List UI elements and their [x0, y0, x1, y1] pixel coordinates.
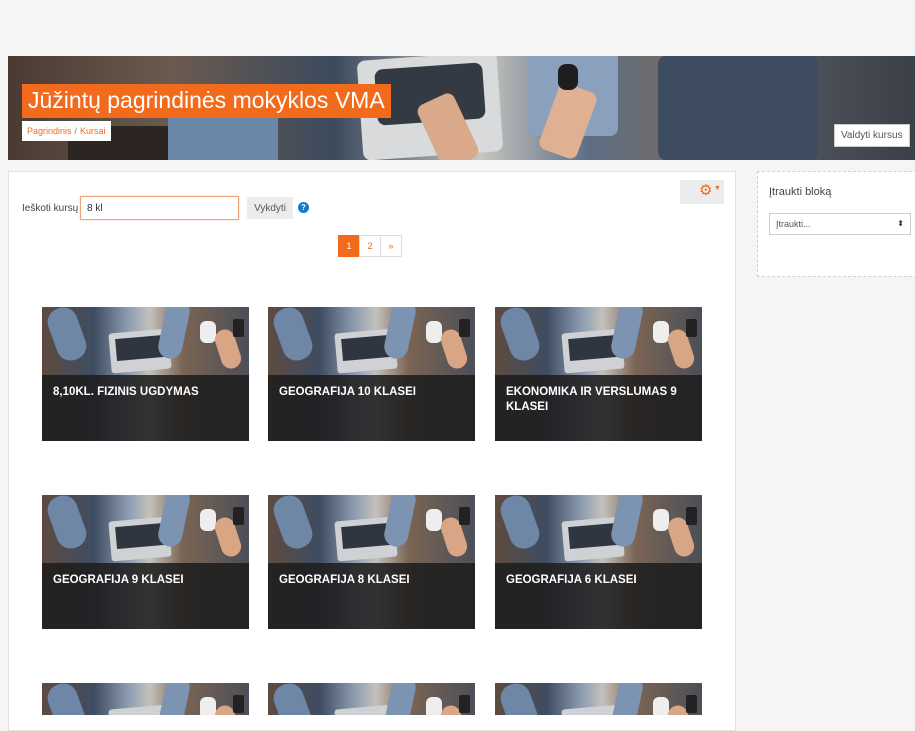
- gear-icon: ⚙: [699, 182, 713, 199]
- banner-photo-part: [558, 64, 578, 90]
- select-arrows-icon: ⬍: [897, 219, 904, 228]
- course-card[interactable]: GEOGRAFIJA 10 KLASEI: [268, 307, 475, 441]
- course-card[interactable]: GEOGRAFIJA 6 KLASEI: [495, 495, 702, 629]
- course-card[interactable]: 8,10KL. FIZINIS UGDYMAS: [42, 307, 249, 441]
- page-title: Jūžintų pagrindinės mokyklos VMA: [22, 84, 391, 118]
- add-block-select-value: Įtraukti...: [776, 219, 811, 229]
- add-block-title: Įtraukti bloką: [769, 186, 832, 198]
- course-card[interactable]: EKONOMIKA IR VERSLUMAS 9 KLASEI: [495, 307, 702, 441]
- page-1-link[interactable]: 1: [338, 235, 360, 257]
- search-button[interactable]: Vykdyti: [247, 197, 293, 219]
- top-bar: [0, 0, 915, 56]
- course-title[interactable]: EKONOMIKA IR VERSLUMAS 9 KLASEI: [506, 385, 694, 415]
- course-title[interactable]: GEOGRAFIJA 10 KLASEI: [279, 385, 467, 400]
- add-block-select[interactable]: Įtraukti... ⬍: [769, 213, 911, 235]
- course-title[interactable]: GEOGRAFIJA 6 KLASEI: [506, 573, 694, 588]
- course-card[interactable]: [268, 683, 475, 715]
- chevron-down-icon: ▼: [714, 185, 721, 192]
- course-search-input[interactable]: [80, 196, 239, 220]
- course-card[interactable]: GEOGRAFIJA 8 KLASEI: [268, 495, 475, 629]
- page-2-link[interactable]: 2: [359, 235, 381, 257]
- course-card[interactable]: [42, 683, 249, 715]
- breadcrumb-home-link[interactable]: Pagrindinis: [27, 126, 72, 136]
- breadcrumb-current-link[interactable]: Kursai: [80, 126, 106, 136]
- manage-courses-button[interactable]: Valdyti kursus: [834, 124, 910, 147]
- help-icon[interactable]: ?: [298, 202, 309, 213]
- course-card[interactable]: [495, 683, 702, 715]
- settings-menu-button[interactable]: ⚙ ▼: [680, 180, 724, 204]
- banner-photo-part: [658, 56, 818, 160]
- breadcrumb: Pagrindinis / Kursai: [22, 121, 111, 141]
- course-title[interactable]: 8,10KL. FIZINIS UGDYMAS: [53, 385, 241, 400]
- course-title[interactable]: GEOGRAFIJA 9 KLASEI: [53, 573, 241, 588]
- pagination: 1 2 »: [338, 235, 402, 257]
- search-label: Ieškoti kursų: [22, 203, 79, 214]
- course-title[interactable]: GEOGRAFIJA 8 KLASEI: [279, 573, 467, 588]
- breadcrumb-separator: /: [74, 126, 78, 136]
- next-page-link[interactable]: »: [380, 235, 402, 257]
- course-card[interactable]: GEOGRAFIJA 9 KLASEI: [42, 495, 249, 629]
